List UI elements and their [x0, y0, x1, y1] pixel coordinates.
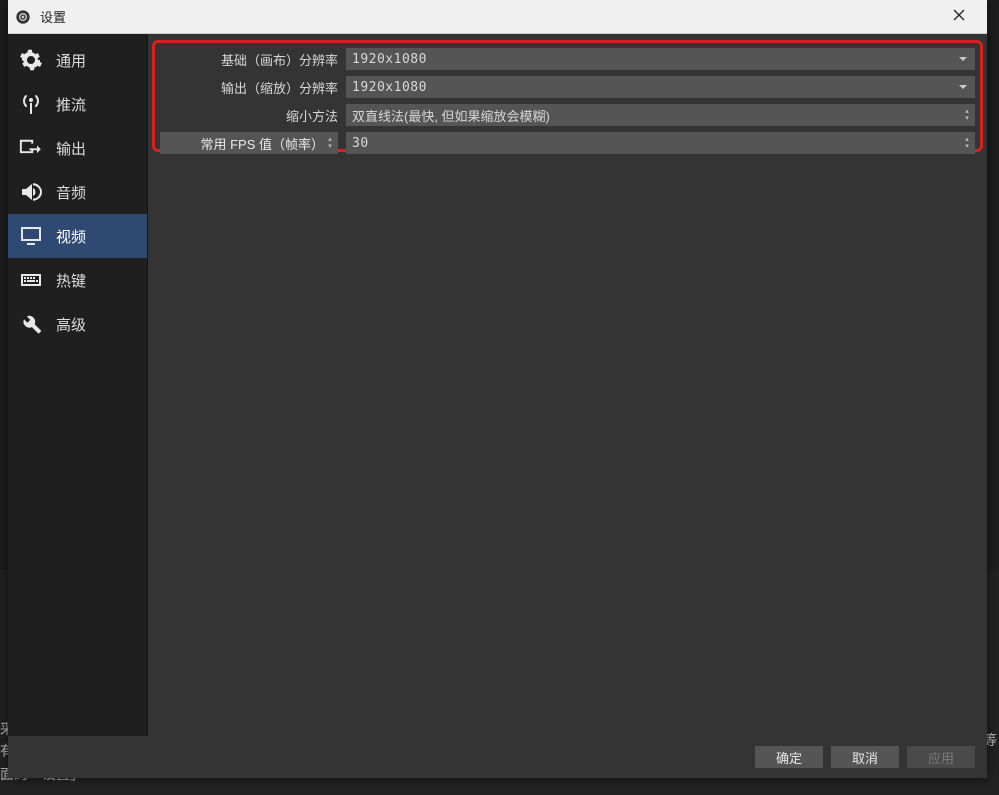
- titlebar: 设置: [8, 0, 987, 34]
- apply-button[interactable]: 应用: [907, 746, 975, 768]
- sidebar-item-label: 热键: [56, 270, 86, 291]
- sidebar: 通用 推流 输出 音频: [8, 34, 148, 736]
- output-resolution-select[interactable]: 1920x1080: [346, 76, 975, 98]
- sidebar-item-general[interactable]: 通用: [8, 38, 147, 82]
- dialog-footer: 确定 取消 应用: [8, 736, 987, 778]
- close-button[interactable]: [937, 2, 981, 32]
- fps-value: 30: [352, 136, 369, 151]
- close-icon: [953, 9, 965, 24]
- antenna-icon: [16, 92, 46, 116]
- fps-type-label: 常用 FPS 值（帧率）: [200, 134, 324, 153]
- sidebar-item-label: 高级: [56, 314, 86, 335]
- sidebar-item-label: 推流: [56, 94, 86, 115]
- cancel-button[interactable]: 取消: [831, 746, 899, 768]
- window-title: 设置: [40, 7, 66, 26]
- sidebar-item-video[interactable]: 视频: [8, 214, 147, 258]
- fps-type-select[interactable]: 常用 FPS 值（帧率） ▴▾: [160, 132, 338, 154]
- base-resolution-label: 基础（画布）分辨率: [160, 50, 338, 69]
- spinner-icon: ▴▾: [325, 132, 335, 154]
- sidebar-item-advanced[interactable]: 高级: [8, 302, 147, 346]
- output-resolution-label: 输出（缩放）分辨率: [160, 78, 338, 97]
- main-panel: 基础（画布）分辨率 1920x1080 输出（缩放）分辨率 1920x1080: [148, 34, 987, 736]
- ok-button[interactable]: 确定: [755, 746, 823, 768]
- sidebar-item-label: 音频: [56, 182, 86, 203]
- downscale-filter-select[interactable]: 双直线法(最快, 但如果缩放会模糊) ▴▾: [346, 104, 975, 126]
- sidebar-item-label: 通用: [56, 50, 86, 71]
- sidebar-item-audio[interactable]: 音频: [8, 170, 147, 214]
- chevron-down-icon: [957, 76, 969, 98]
- sidebar-item-label: 视频: [56, 226, 86, 247]
- speaker-icon: [16, 180, 46, 204]
- fps-value-select[interactable]: 30 ▴▾: [346, 132, 975, 154]
- app-icon: [14, 8, 32, 26]
- downscale-filter-label: 缩小方法: [160, 106, 338, 125]
- spinner-icon: ▴▾: [962, 132, 972, 154]
- base-resolution-value: 1920x1080: [352, 52, 427, 67]
- sidebar-item-stream[interactable]: 推流: [8, 82, 147, 126]
- settings-window: 设置 通用 推流: [8, 0, 987, 778]
- base-resolution-select[interactable]: 1920x1080: [346, 48, 975, 70]
- sidebar-item-label: 输出: [56, 138, 86, 159]
- output-resolution-value: 1920x1080: [352, 80, 427, 95]
- sidebar-item-hotkeys[interactable]: 热键: [8, 258, 147, 302]
- output-icon: [16, 136, 46, 160]
- downscale-filter-value: 双直线法(最快, 但如果缩放会模糊): [352, 106, 550, 125]
- keyboard-icon: [16, 268, 46, 292]
- tools-icon: [16, 312, 46, 336]
- sidebar-item-output[interactable]: 输出: [8, 126, 147, 170]
- gear-icon: [16, 48, 46, 72]
- monitor-icon: [16, 224, 46, 248]
- spinner-icon: ▴▾: [962, 104, 972, 126]
- chevron-down-icon: [957, 48, 969, 70]
